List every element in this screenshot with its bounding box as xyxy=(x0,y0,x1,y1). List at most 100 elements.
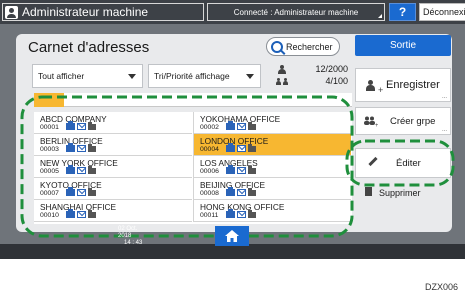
mail-icon xyxy=(77,123,86,130)
delete-label: Supprimer xyxy=(379,188,421,198)
add-user-icon xyxy=(366,80,378,92)
index-tabs[interactable] xyxy=(34,93,352,107)
list-item[interactable]: HONG KONG OFFICE 00011 xyxy=(193,200,351,222)
folder-icon xyxy=(248,210,256,218)
list-item[interactable]: LOS ANGELES 00006 xyxy=(193,156,351,178)
more-indicator: ... xyxy=(441,94,447,100)
mail-icon xyxy=(77,189,86,196)
entry-icons xyxy=(66,143,96,152)
search-button[interactable]: Rechercher xyxy=(266,37,340,56)
search-label: Rechercher xyxy=(286,41,333,52)
entry-icons xyxy=(66,209,96,218)
list-item-selected[interactable]: LONDON OFFICE 00004 xyxy=(193,134,351,156)
sort-select[interactable]: Tri/Priorité affichage xyxy=(148,64,261,88)
entry-icons xyxy=(226,143,256,152)
sort-value: Tri/Priorité affichage xyxy=(154,71,230,81)
group-count: 4/100 xyxy=(325,76,348,86)
list-item[interactable]: NEW YORK OFFICE 00005 xyxy=(34,156,192,178)
index-tab-active[interactable] xyxy=(34,93,64,107)
fax-icon xyxy=(66,187,75,196)
entry-number: 00002 xyxy=(200,124,219,131)
folder-icon xyxy=(88,210,96,218)
folder-icon xyxy=(248,122,256,130)
mail-icon xyxy=(237,167,246,174)
mail-icon xyxy=(77,145,86,152)
folder-icon xyxy=(248,188,256,196)
person-icon xyxy=(278,65,286,74)
create-group-button[interactable]: + Créer grpe ... xyxy=(355,107,451,135)
date-text: 02 Oct. 2018 xyxy=(118,226,138,239)
fax-icon xyxy=(226,143,235,152)
address-list: ABCD COMPANY 00001 YOKOHAMA OFFICE 00002… xyxy=(34,112,352,224)
entry-number: 00001 xyxy=(40,124,59,131)
mail-icon xyxy=(237,123,246,130)
folder-icon xyxy=(88,166,96,174)
mail-icon xyxy=(237,189,246,196)
display-filter-value: Tout afficher xyxy=(38,71,85,81)
user-count: 12/2000 xyxy=(315,64,348,74)
list-item[interactable]: SHANGHAI OFFICE 00010 xyxy=(34,200,192,222)
page-title: Carnet d'adresses xyxy=(28,39,150,56)
pencil-icon xyxy=(368,156,378,167)
fax-icon xyxy=(66,143,75,152)
search-icon xyxy=(271,40,283,53)
folder-icon xyxy=(248,144,256,152)
delete-button[interactable]: Supprimer xyxy=(355,180,451,206)
mail-icon xyxy=(77,167,86,174)
time-text: 14 : 43 xyxy=(124,240,143,246)
folder-icon xyxy=(88,144,96,152)
folder-icon xyxy=(88,188,96,196)
home-icon xyxy=(225,230,239,242)
exit-button[interactable]: Sortie xyxy=(355,35,451,56)
entry-number: 00011 xyxy=(200,212,219,219)
fax-icon xyxy=(226,209,235,218)
group-icon xyxy=(276,77,288,86)
svg-text:+: + xyxy=(375,123,378,127)
entry-icons xyxy=(226,165,256,174)
entry-number: 00006 xyxy=(200,168,219,175)
top-bar: Administrateur machine Connecté : Admini… xyxy=(0,0,465,24)
fax-icon xyxy=(66,121,75,130)
count-icons xyxy=(276,64,288,88)
trash-icon xyxy=(365,187,372,196)
user-icon xyxy=(5,5,18,19)
help-button[interactable]: ? xyxy=(389,3,416,21)
list-item[interactable]: BERLIN OFFICE 00003 xyxy=(34,134,192,156)
connection-status[interactable]: Connecté : Administrateur machine xyxy=(207,3,385,21)
list-item[interactable]: YOKOHAMA OFFICE 00002 xyxy=(193,112,351,134)
fax-icon xyxy=(226,187,235,196)
entry-icons xyxy=(66,187,96,196)
list-item[interactable]: KYOTO OFFICE 00007 xyxy=(34,178,192,200)
home-button[interactable] xyxy=(215,226,249,246)
entry-number: 00004 xyxy=(200,146,219,153)
entry-number: 00010 xyxy=(40,212,59,219)
entry-icons xyxy=(226,187,256,196)
more-indicator: ... xyxy=(441,127,447,133)
entry-number: 00005 xyxy=(40,168,59,175)
plus-icon: + xyxy=(378,85,384,95)
entry-number: 00003 xyxy=(40,146,59,153)
entry-icons xyxy=(226,121,256,130)
fax-icon xyxy=(226,165,235,174)
folder-icon xyxy=(248,166,256,174)
fax-icon xyxy=(66,165,75,174)
list-item[interactable]: ABCD COMPANY 00001 xyxy=(34,112,192,134)
list-item[interactable]: BEIJING OFFICE 00008 xyxy=(193,178,351,200)
edit-button[interactable]: Éditer xyxy=(355,148,451,178)
datetime: 02 Oct. 2018 14 : 43 xyxy=(118,226,150,247)
mail-icon xyxy=(237,145,246,152)
window-title: Administrateur machine xyxy=(22,5,149,19)
mail-icon xyxy=(237,211,246,218)
entry-number: 00007 xyxy=(40,190,59,197)
register-button[interactable]: + Enregistrer ... xyxy=(355,68,451,102)
chevron-down-icon xyxy=(128,74,136,79)
fax-icon xyxy=(226,121,235,130)
figure-reference: DZX006 xyxy=(425,282,459,292)
mail-icon xyxy=(77,211,86,218)
fax-icon xyxy=(66,209,75,218)
bottom-bar xyxy=(0,244,465,259)
register-label: Enregistrer xyxy=(386,79,440,91)
edit-label: Éditer xyxy=(396,157,421,169)
logout-button[interactable]: Déconnexion xyxy=(419,3,465,21)
display-filter-select[interactable]: Tout afficher xyxy=(32,64,143,88)
